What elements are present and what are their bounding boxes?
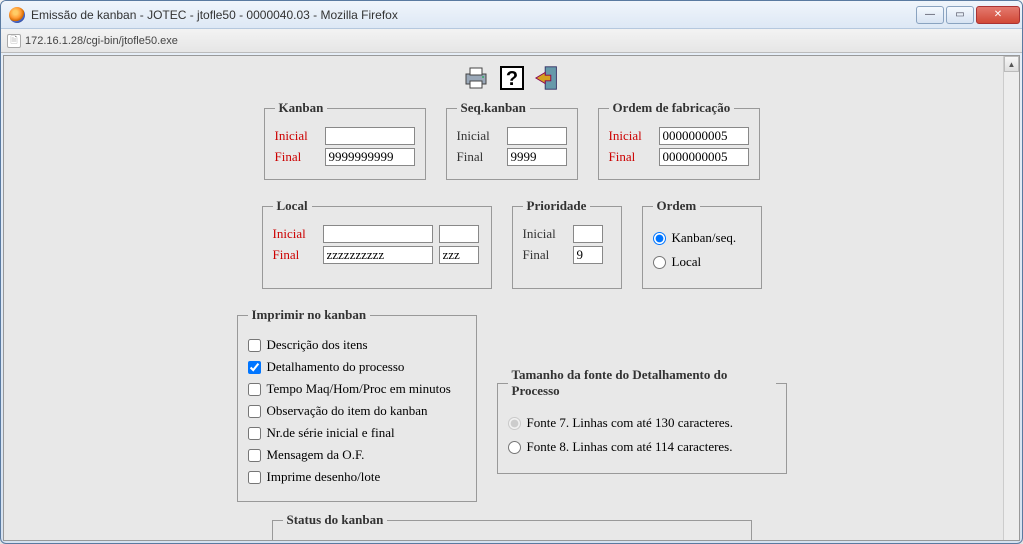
firefox-icon	[9, 7, 25, 23]
status-legend: Status do kanban	[283, 512, 388, 528]
check-label-4: Nr.de série inicial e final	[267, 425, 395, 441]
scroll-up-icon[interactable]: ▲	[1004, 56, 1019, 72]
seq-kanban-fieldset: Seq.kanban Inicial Final	[446, 100, 578, 180]
check-nr-serie[interactable]	[248, 427, 261, 440]
local-inicial-label: Inicial	[273, 226, 317, 242]
ordem-local-radio[interactable]	[653, 256, 666, 269]
kanban-legend: Kanban	[275, 100, 328, 116]
local-final-input1[interactable]	[323, 246, 433, 264]
kanban-inicial-input[interactable]	[325, 127, 415, 145]
prioridade-fieldset: Prioridade Inicial Final	[512, 198, 622, 289]
fonte7-label: Fonte 7. Linhas com até 130 caracteres.	[527, 415, 733, 431]
kanban-inicial-label: Inicial	[275, 128, 319, 144]
address-bar: 🗎 172.16.1.28/cgi-bin/jtofle50.exe	[1, 29, 1022, 53]
local-legend: Local	[273, 198, 312, 214]
page-icon: 🗎	[7, 34, 21, 48]
tamanho-legend: Tamanho da fonte do Detalhamento do Proc…	[508, 367, 776, 399]
seq-final-label: Final	[457, 149, 501, 165]
ordem-fab-legend: Ordem de fabricação	[609, 100, 735, 116]
prioridade-legend: Prioridade	[523, 198, 591, 214]
kanban-final-label: Final	[275, 149, 319, 165]
seq-kanban-legend: Seq.kanban	[457, 100, 530, 116]
check-detalhamento-processo[interactable]	[248, 361, 261, 374]
vertical-scrollbar[interactable]: ▲	[1003, 56, 1019, 540]
ordem-legend: Ordem	[653, 198, 701, 214]
help-icon[interactable]: ?	[498, 64, 526, 92]
titlebar: Emissão de kanban - JOTEC - jtofle50 - 0…	[1, 1, 1022, 29]
prior-final-label: Final	[523, 247, 567, 263]
tamanho-fonte-fieldset: Tamanho da fonte do Detalhamento do Proc…	[497, 367, 787, 474]
check-label-5: Mensagem da O.F.	[267, 447, 365, 463]
ordem-fab-final-label: Final	[609, 149, 653, 165]
ordem-fab-final-input[interactable]	[659, 148, 749, 166]
check-tempo-maq[interactable]	[248, 383, 261, 396]
prior-inicial-label: Inicial	[523, 226, 567, 242]
ordem-fab-inicial-input[interactable]	[659, 127, 749, 145]
local-fieldset: Local Inicial Final	[262, 198, 492, 289]
check-label-1: Detalhamento do processo	[267, 359, 405, 375]
check-label-6: Imprime desenho/lote	[267, 469, 381, 485]
check-label-0: Descrição dos itens	[267, 337, 368, 353]
close-button[interactable]: ✕	[976, 6, 1020, 24]
maximize-button[interactable]: ▭	[946, 6, 974, 24]
seq-final-input[interactable]	[507, 148, 567, 166]
check-imprime-desenho[interactable]	[248, 471, 261, 484]
ordem-opt2-label: Local	[672, 254, 702, 270]
window-title: Emissão de kanban - JOTEC - jtofle50 - 0…	[31, 8, 916, 22]
prior-final-input[interactable]	[573, 246, 603, 264]
exit-icon[interactable]	[534, 64, 562, 92]
seq-inicial-label: Inicial	[457, 128, 501, 144]
local-final-label: Final	[273, 247, 317, 263]
status-kanban-fieldset: Status do kanban A emitir A iniciar Inic…	[272, 512, 752, 541]
check-label-2: Tempo Maq/Hom/Proc em minutos	[267, 381, 451, 397]
prior-inicial-input[interactable]	[573, 225, 603, 243]
url-text[interactable]: 172.16.1.28/cgi-bin/jtofle50.exe	[25, 35, 178, 47]
ordem-opt1-label: Kanban/seq.	[672, 230, 737, 246]
fonte8-label: Fonte 8. Linhas com até 114 caracteres.	[527, 439, 733, 455]
minimize-button[interactable]: —	[916, 6, 944, 24]
check-mensagem-of[interactable]	[248, 449, 261, 462]
check-descricao-itens[interactable]	[248, 339, 261, 352]
imprimir-kanban-fieldset: Imprimir no kanban Descrição dos itens D…	[237, 307, 477, 502]
check-label-3: Observação do item do kanban	[267, 403, 428, 419]
local-inicial-input1[interactable]	[323, 225, 433, 243]
fonte8-radio[interactable]	[508, 441, 521, 454]
local-inicial-input2[interactable]	[439, 225, 479, 243]
ordem-fieldset: Ordem Kanban/seq. Local	[642, 198, 762, 289]
svg-text:?: ?	[505, 68, 517, 90]
local-final-input2[interactable]	[439, 246, 479, 264]
ordem-kanban-radio[interactable]	[653, 232, 666, 245]
print-icon[interactable]	[462, 64, 490, 92]
kanban-fieldset: Kanban Inicial Final	[264, 100, 426, 180]
fonte7-radio[interactable]	[508, 417, 521, 430]
imprimir-legend: Imprimir no kanban	[248, 307, 371, 323]
seq-inicial-input[interactable]	[507, 127, 567, 145]
ordem-fab-inicial-label: Inicial	[609, 128, 653, 144]
kanban-final-input[interactable]	[325, 148, 415, 166]
check-observacao-item[interactable]	[248, 405, 261, 418]
ordem-fabricacao-fieldset: Ordem de fabricação Inicial Final	[598, 100, 760, 180]
